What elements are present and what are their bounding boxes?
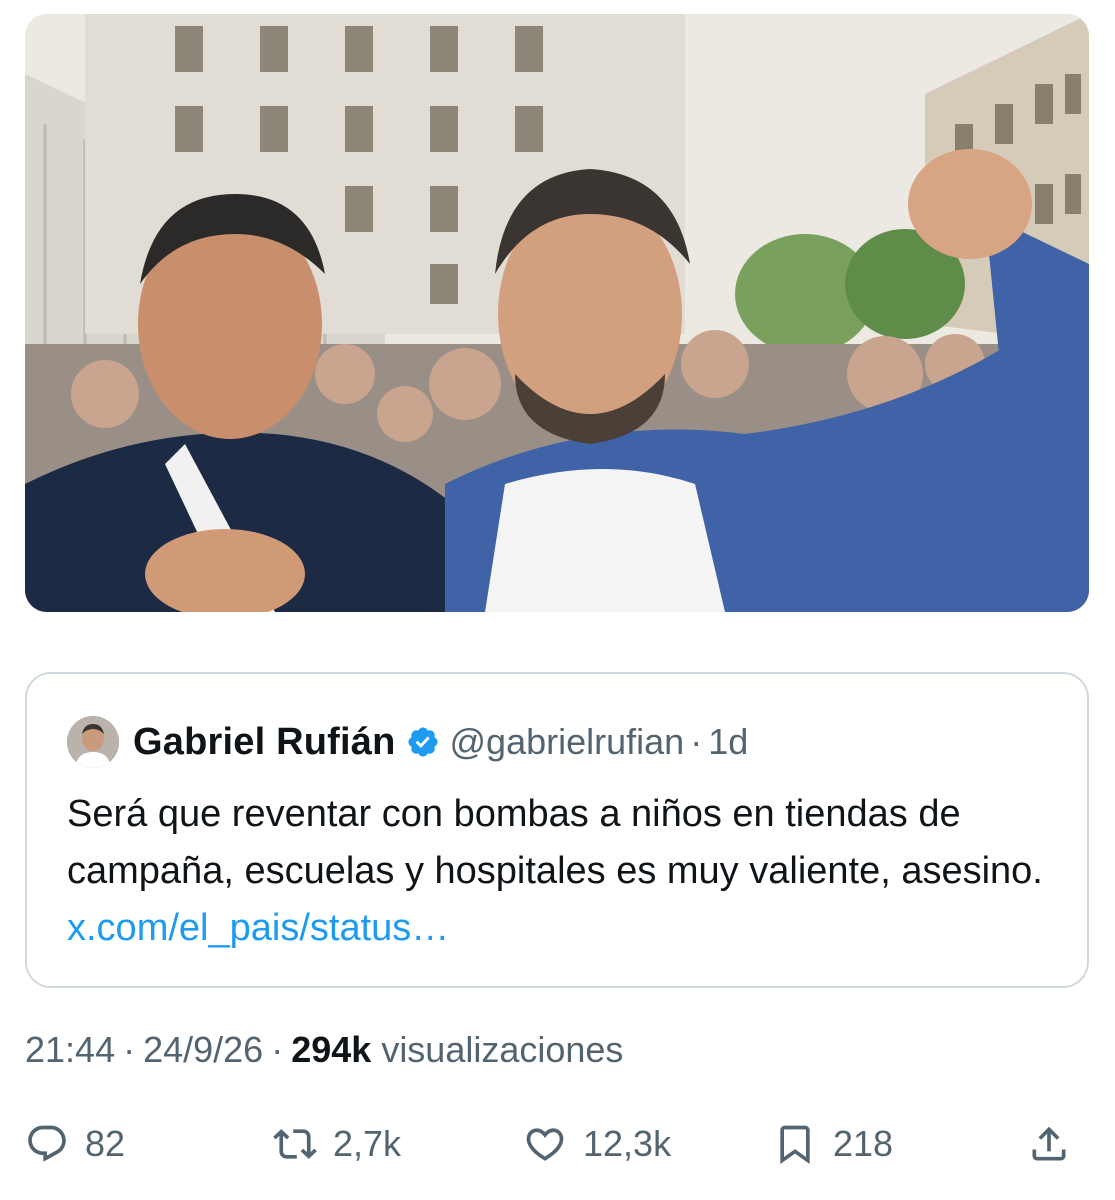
avatar[interactable] <box>67 716 119 768</box>
retweet-button[interactable]: 2,7k <box>273 1112 401 1176</box>
author-handle[interactable]: @gabrielrufian <box>450 721 685 763</box>
post-date[interactable]: 24/9/26 <box>143 1029 263 1071</box>
quoted-tweet-card[interactable]: Gabriel Rufián @gabrielrufian · 1d Será … <box>25 672 1089 988</box>
reply-icon <box>28 1125 66 1162</box>
bookmark-count: 218 <box>833 1123 894 1164</box>
bookmark-button[interactable]: 218 <box>773 1112 893 1176</box>
retweet-icon <box>273 1129 317 1159</box>
quoted-tweet-text: Será que reventar con bombas a niños en … <box>67 786 1057 957</box>
views-count[interactable]: 294k <box>291 1029 371 1071</box>
tweet-link[interactable]: x.com/el_pais/status… <box>67 907 449 949</box>
relative-time[interactable]: 1d <box>708 721 748 763</box>
retweet-count: 2,7k <box>333 1123 402 1164</box>
heart-icon <box>526 1128 564 1161</box>
separator-dot: · <box>690 721 703 762</box>
tweet-meta: 21:44 · 24/9/26 · 294k visualizaciones <box>25 1028 623 1072</box>
tweet-detail: Gabriel Rufián @gabrielrufian · 1d Será … <box>0 0 1115 1200</box>
separator-dot: · <box>271 1029 284 1070</box>
like-count: 12,3k <box>583 1123 672 1164</box>
photo-illustration <box>25 14 1089 612</box>
quoted-tweet-header: Gabriel Rufián @gabrielrufian · 1d <box>67 714 748 770</box>
reply-count: 82 <box>85 1123 126 1164</box>
verified-badge-icon <box>407 727 438 757</box>
reply-button[interactable]: 82 <box>25 1112 125 1176</box>
tweet-photo[interactable] <box>25 14 1089 612</box>
author-name[interactable]: Gabriel Rufián <box>133 721 396 764</box>
share-button[interactable] <box>1027 1112 1071 1176</box>
views-label: visualizaciones <box>381 1029 624 1070</box>
tweet-body: Será que reventar con bombas a niños en … <box>67 793 1043 892</box>
like-button[interactable]: 12,3k <box>523 1112 671 1176</box>
share-icon <box>1032 1126 1066 1161</box>
action-bar: 82 2,7k 12,3k 218 <box>25 1112 1089 1176</box>
post-time[interactable]: 21:44 <box>25 1029 115 1071</box>
bookmark-icon <box>780 1125 810 1165</box>
separator-dot: · <box>123 1029 136 1070</box>
